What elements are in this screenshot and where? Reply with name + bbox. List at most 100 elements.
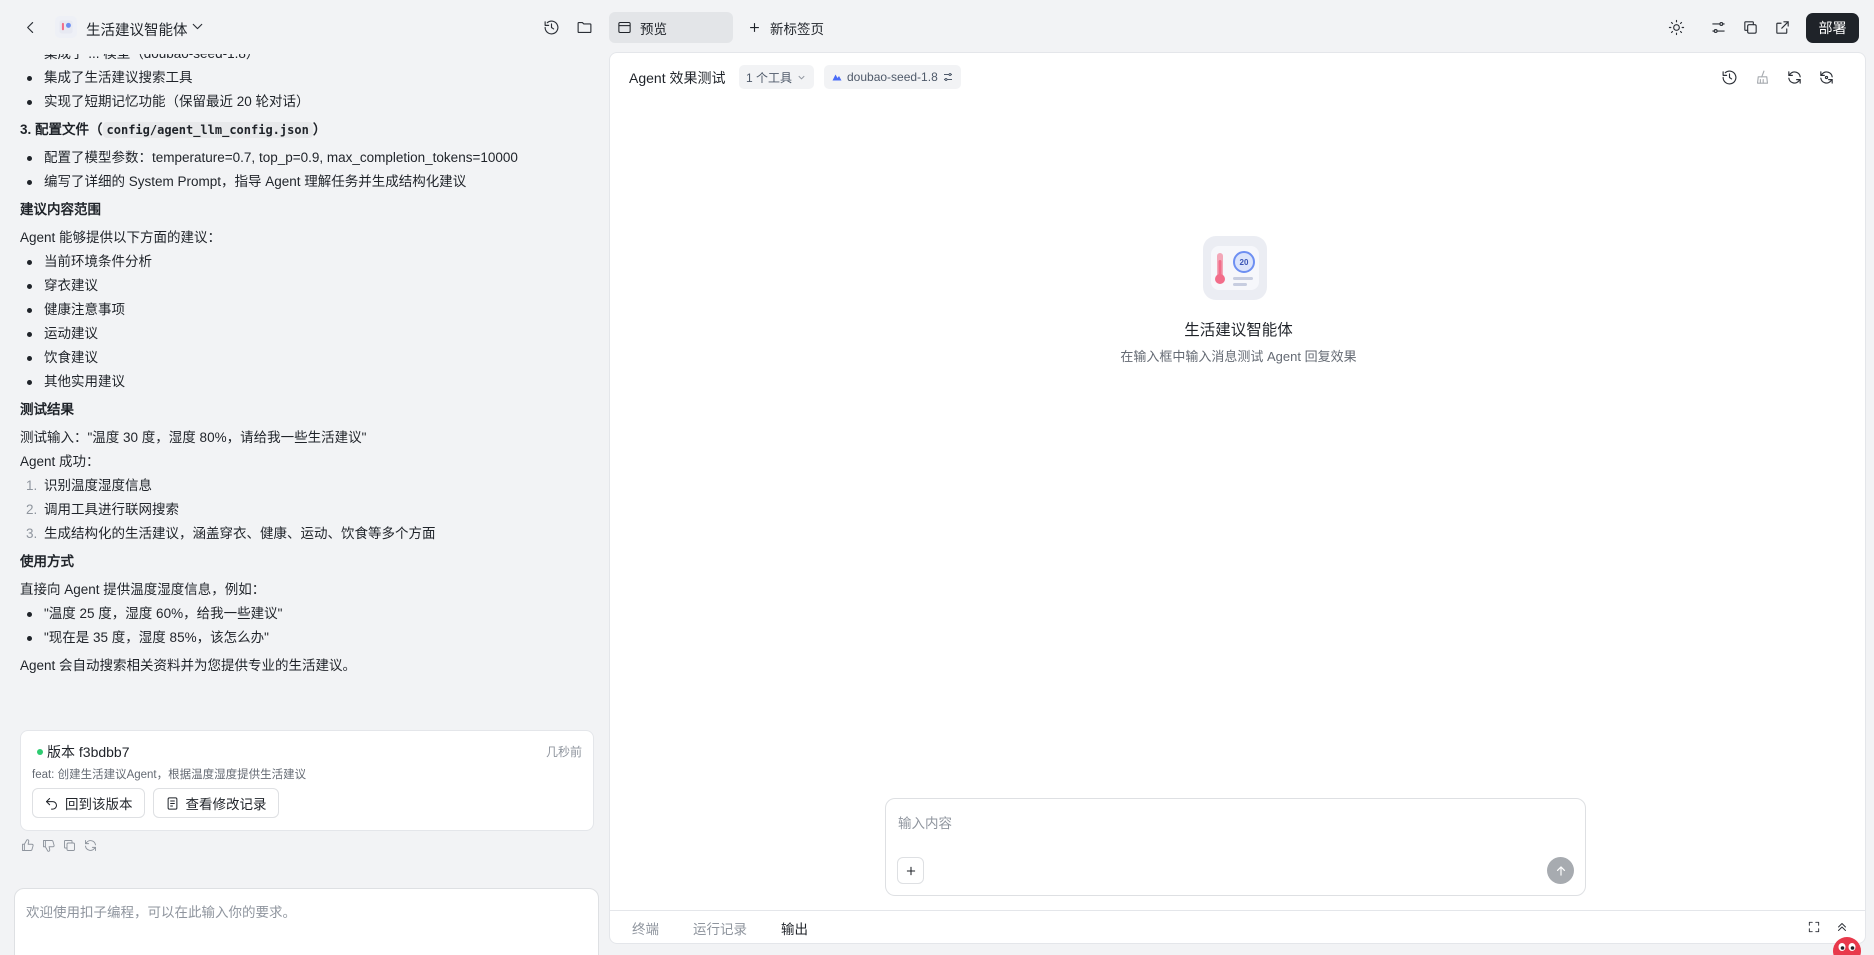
history-icon[interactable] [1715, 63, 1743, 91]
list-item: 2. 调用工具进行联网搜索 [20, 498, 590, 522]
step-number: 3. [26, 526, 38, 541]
version-actions: 回到该版本 查看修改记录 [32, 788, 279, 818]
agent-add-button[interactable] [897, 857, 924, 884]
copy-icon[interactable] [1736, 13, 1764, 41]
tab-run-history[interactable]: 运行记录 [693, 918, 747, 938]
thumbs-down-icon[interactable] [41, 838, 56, 856]
list-item: 配置了模型参数：temperature=0.7, top_p=0.9, max_… [20, 146, 590, 170]
top-bar: 生活建议智能体 预览 新标签页 部署 [0, 0, 1874, 54]
bottom-tabs: 终端 运行记录 输出 [610, 910, 1865, 943]
sun-icon[interactable] [1662, 13, 1690, 41]
truncated-line-text: 集成了 ... 模型（doubao-seed-1.8） [44, 54, 259, 66]
history-label: 查看修改记录 [185, 797, 267, 812]
config-heading: 3. 配置文件（ config/agent_llm_config.json） [20, 118, 590, 142]
tab-output[interactable]: 输出 [781, 918, 808, 938]
agent-subtitle: 在输入框中输入消息测试 Agent 回复效果 [1120, 349, 1357, 364]
tab-preview-label: 预览 [640, 21, 667, 37]
external-link-icon[interactable] [1768, 13, 1796, 41]
list-item: 编写了详细的 System Prompt，指导 Agent 理解任务并生成结构化… [20, 170, 590, 194]
list-item: 当前环境条件分析 [20, 250, 590, 274]
broom-icon[interactable] [1748, 63, 1776, 91]
revert-version-button[interactable]: 回到该版本 [32, 788, 145, 818]
usage-footer: Agent 会自动搜索相关资料并为您提供专业的生活建议。 [20, 658, 357, 673]
list-item: 健康注意事项 [20, 298, 590, 322]
model-icon [832, 74, 842, 81]
new-tab-label: 新标签页 [770, 21, 824, 37]
refresh-icon[interactable] [1780, 63, 1808, 91]
truncated-line: 集成了 ... 模型（doubao-seed-1.8） [20, 54, 590, 66]
settings-sliders-icon [943, 73, 952, 81]
bullet-list-b: 配置了模型参数：temperature=0.7, top_p=0.9, max_… [20, 146, 590, 194]
chat-panel: 集成了 ... 模型（doubao-seed-1.8） 集成了生活建议搜索工具 … [0, 54, 608, 955]
agent-send-button[interactable] [1547, 857, 1574, 884]
model-label: doubao-seed-1.8 [847, 70, 938, 84]
regenerate-icon[interactable] [83, 838, 98, 856]
chat-message: 集成了 ... 模型（doubao-seed-1.8） 集成了生活建议搜索工具 … [20, 54, 590, 789]
step-text: 调用工具进行联网搜索 [44, 502, 179, 517]
model-selector[interactable]: doubao-seed-1.8 [824, 65, 961, 89]
settings-sliders-icon[interactable] [1704, 13, 1732, 41]
preview-panel: Agent 效果测试 1 个工具 doubao-seed-1.8 20 生活建议… [609, 52, 1866, 944]
arrow-up-icon [1556, 865, 1565, 876]
step-text: 识别温度湿度信息 [44, 478, 152, 493]
view-history-button[interactable]: 查看修改记录 [152, 788, 279, 818]
feedback-row [20, 838, 98, 856]
test-heading: 测试结果 [20, 402, 74, 417]
list-item: 其他实用建议 [20, 370, 590, 394]
document-icon [167, 796, 177, 810]
version-title: 版本 f3bdbb7 [47, 744, 130, 760]
agent-input[interactable]: 输入内容 [898, 812, 952, 832]
tools-label: 1 个工具 [746, 70, 793, 85]
browser-icon [618, 21, 631, 34]
step-number: 1. [26, 478, 38, 493]
step-number: 2. [26, 502, 38, 517]
usage-heading: 使用方式 [20, 554, 74, 569]
new-tab-button[interactable]: 新标签页 [747, 12, 824, 43]
test-input: 测试输入："温度 30 度，湿度 80%，请给我一些生活建议" [20, 430, 367, 445]
list-item: 3. 生成结构化的生活建议，涵盖穿衣、健康、运动、饮食等多个方面 [20, 522, 590, 546]
project-avatar [55, 16, 77, 38]
thumbs-up-icon[interactable] [20, 838, 35, 856]
sync-icon[interactable] [1812, 63, 1840, 91]
list-item: 集成了生活建议搜索工具 [20, 66, 590, 90]
plus-icon [750, 23, 759, 32]
status-dot [37, 749, 43, 755]
folder-icon[interactable] [570, 13, 598, 41]
agent-name: 生活建议智能体 [1184, 322, 1293, 339]
bullet-list-a: 集成了生活建议搜索工具 实现了短期记忆功能（保留最近 20 轮对话） [20, 66, 590, 114]
tools-dropdown[interactable]: 1 个工具 [739, 65, 815, 89]
deploy-button[interactable]: 部署 [1806, 13, 1859, 43]
fullscreen-icon[interactable] [1802, 915, 1826, 939]
scope-list: 当前环境条件分析 穿衣建议 健康注意事项 运动建议 饮食建议 其他实用建议 [20, 250, 590, 394]
undo-icon [46, 797, 57, 810]
list-item: "温度 25 度，湿度 60%，给我一些建议" [20, 602, 590, 626]
project-name[interactable]: 生活建议智能体 [86, 19, 188, 40]
config-heading-prefix: 3. 配置文件（ [20, 122, 103, 137]
history-icon[interactable] [537, 13, 565, 41]
agent-input-box: 输入内容 [885, 798, 1586, 896]
revert-label: 回到该版本 [65, 797, 133, 812]
list-item: 穿衣建议 [20, 274, 590, 298]
scope-intro: Agent 能够提供以下方面的建议： [20, 230, 222, 245]
agent-avatar: 20 [1203, 236, 1267, 300]
scope-heading: 建议内容范围 [20, 202, 101, 217]
config-file-path: config/agent_llm_config.json [102, 122, 313, 138]
list-item: 饮食建议 [20, 346, 590, 370]
usage-examples: "温度 25 度，湿度 60%，给我一些建议" "现在是 35 度，湿度 85%… [20, 602, 590, 650]
composer-input[interactable]: 欢迎使用扣子编程，可以在此输入你的要求。 [26, 901, 296, 921]
plus-icon [906, 866, 915, 875]
test-steps: 1. 识别温度湿度信息 2. 调用工具进行联网搜索 3. 生成结构化的生活建议，涵盖穿… [20, 474, 590, 546]
tab-terminal[interactable]: 终端 [632, 918, 659, 938]
step-text: 生成结构化的生活建议，涵盖穿衣、健康、运动、饮食等多个方面 [44, 526, 436, 541]
config-heading-suffix: ） [312, 122, 327, 137]
tab-preview[interactable]: 预览 [609, 12, 733, 43]
version-time: 几秒前 [545, 745, 582, 759]
list-item: 实现了短期记忆功能（保留最近 20 轮对话） [20, 90, 590, 114]
list-item: "现在是 35 度，湿度 85%，该怎么办" [20, 626, 590, 650]
mascot-icon[interactable] [1832, 933, 1862, 955]
usage-intro: 直接向 Agent 提供温度湿度信息，例如： [20, 582, 266, 597]
list-item: 运动建议 [20, 322, 590, 346]
chevron-down-icon[interactable] [185, 14, 209, 38]
back-icon[interactable] [16, 13, 44, 41]
copy-message-icon[interactable] [62, 838, 77, 856]
